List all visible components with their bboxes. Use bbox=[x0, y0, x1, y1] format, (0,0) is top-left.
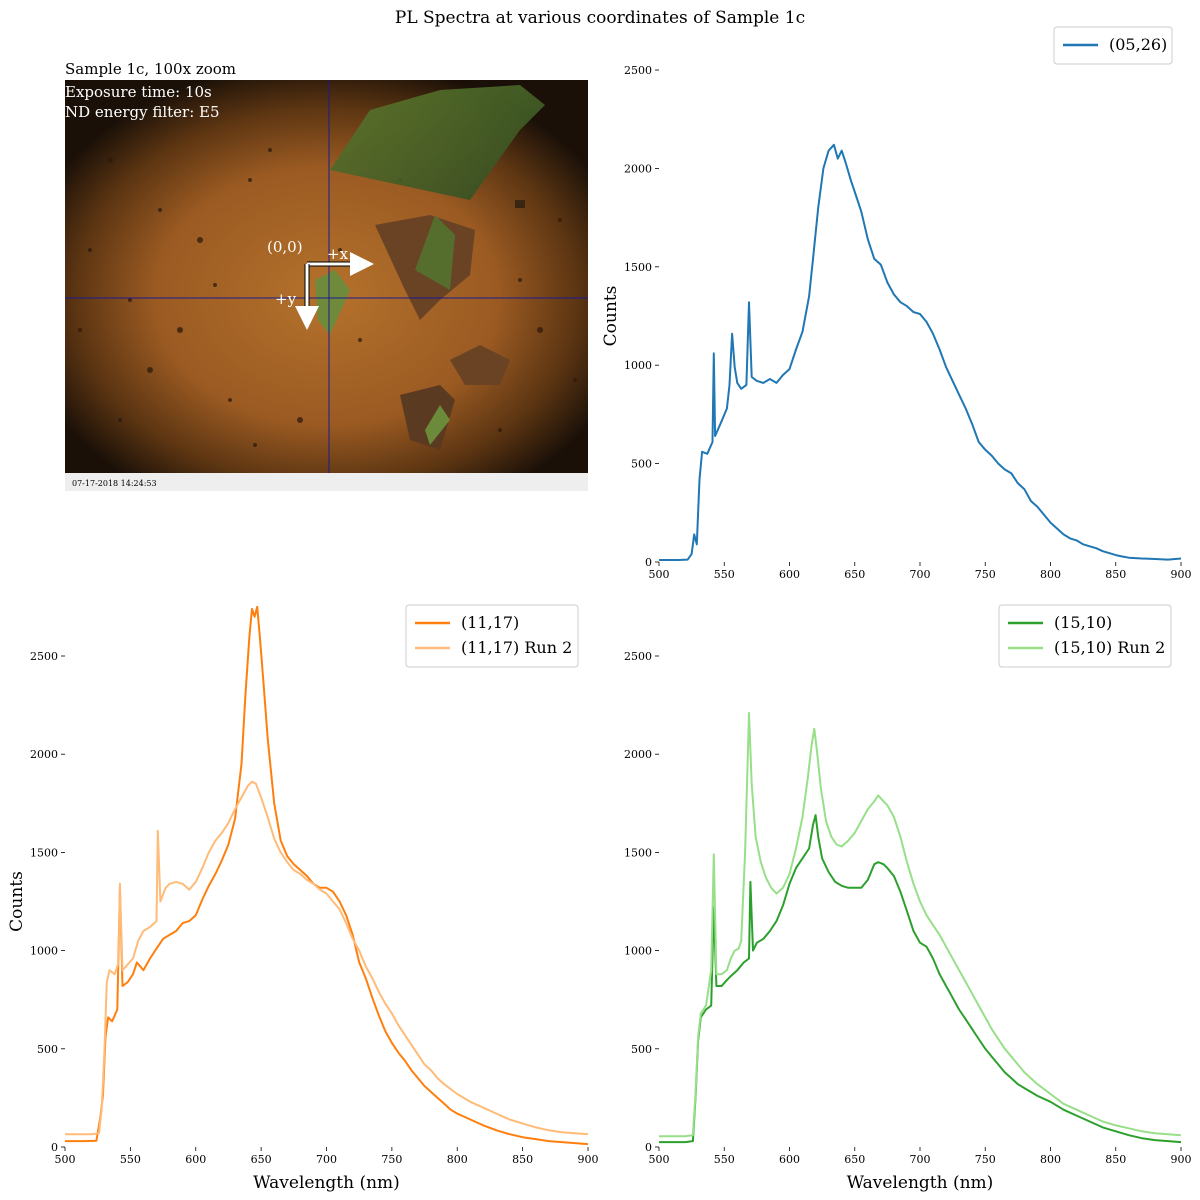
y-axis-label: Counts bbox=[7, 871, 27, 932]
y-tick-label: 2500 bbox=[624, 64, 652, 77]
x-tick-label: 500 bbox=[55, 1153, 76, 1166]
legend-label: (11,17) bbox=[461, 613, 519, 632]
legend: (15,10) (15,10) Run 2 bbox=[998, 604, 1172, 668]
y-tick-label: 2500 bbox=[624, 650, 652, 663]
chart-top-right: 500 550 600 650 700 750 800 850 9000500100015002… bbox=[601, 26, 1192, 581]
y-tick-label: 500 bbox=[631, 1043, 652, 1056]
y-tick-label: 2000 bbox=[624, 748, 652, 761]
legend-label: (15,10) Run 2 bbox=[1054, 638, 1165, 657]
chart-bottom-left: 500 550 600 650 700 750 800 850 9000500100015002… bbox=[7, 604, 599, 1193]
y-axis-label: Counts bbox=[601, 286, 621, 347]
y-tick-label: 2000 bbox=[624, 162, 652, 175]
x-tick-label: 700 bbox=[910, 568, 931, 581]
y-tick-label: 1000 bbox=[30, 945, 58, 958]
y-arrow-label: +y bbox=[275, 290, 297, 308]
x-tick-label: 600 bbox=[779, 1153, 800, 1166]
photo-title: Sample 1c, 100x zoom bbox=[65, 60, 236, 78]
figure: PL Spectra at various coordinates of Sam… bbox=[7, 8, 1192, 1193]
legend-label: (15,10) bbox=[1054, 613, 1112, 632]
y-tick-label: 500 bbox=[37, 1043, 58, 1056]
x-tick-label: 800 bbox=[447, 1153, 468, 1166]
legend-label: (11,17) Run 2 bbox=[461, 638, 572, 657]
exposure-time-label: Exposure time: 10s bbox=[65, 83, 212, 101]
figure-title: PL Spectra at various coordinates of Sam… bbox=[395, 8, 805, 28]
x-tick-label: 900 bbox=[1171, 1153, 1192, 1166]
y-tick-label: 1000 bbox=[624, 945, 652, 958]
microscope-image bbox=[65, 80, 588, 491]
legend-label: (05,26) bbox=[1109, 35, 1167, 54]
x-tick-label: 800 bbox=[1040, 1153, 1061, 1166]
x-tick-label: 850 bbox=[512, 1153, 533, 1166]
image-timestamp: 07-17-2018 14:24:53 bbox=[72, 479, 157, 488]
nd-filter-label: ND energy filter: E5 bbox=[65, 103, 220, 121]
y-tick-label: 1500 bbox=[30, 846, 58, 859]
y-tick-label: 0 bbox=[645, 556, 652, 569]
y-tick-label: 1000 bbox=[624, 359, 652, 372]
y-tick-label: 2500 bbox=[30, 650, 58, 663]
series-line-11-17 bbox=[65, 605, 589, 1146]
y-tick-label: 0 bbox=[51, 1141, 58, 1154]
chart-bottom-right: 500 550 600 650 700 750 800 850 9000500100015002… bbox=[624, 604, 1192, 1193]
y-tick-label: 0 bbox=[645, 1141, 652, 1154]
x-tick-label: 800 bbox=[1040, 568, 1061, 581]
x-tick-label: 900 bbox=[1171, 568, 1192, 581]
x-tick-label: 750 bbox=[975, 568, 996, 581]
x-tick-label: 600 bbox=[185, 1153, 206, 1166]
legend: (11,17) (11,17) Run 2 bbox=[405, 604, 579, 668]
series-line-15-10-run-2 bbox=[659, 712, 1182, 1138]
series-line-05-26 bbox=[659, 143, 1182, 561]
x-tick-label: 500 bbox=[649, 568, 670, 581]
y-tick-label: 2000 bbox=[30, 748, 58, 761]
x-tick-label: 500 bbox=[649, 1153, 670, 1166]
x-tick-label: 650 bbox=[844, 1153, 865, 1166]
x-tick-label: 550 bbox=[714, 1153, 735, 1166]
origin-label: (0,0) bbox=[267, 238, 303, 256]
y-tick-label: 1500 bbox=[624, 846, 652, 859]
x-tick-label: 700 bbox=[910, 1153, 931, 1166]
y-tick-label: 500 bbox=[631, 458, 652, 471]
series-line-11-17-run-2 bbox=[65, 780, 589, 1136]
x-tick-label: 600 bbox=[779, 568, 800, 581]
x-tick-label: 550 bbox=[120, 1153, 141, 1166]
x-tick-label: 650 bbox=[251, 1153, 272, 1166]
x-tick-label: 750 bbox=[975, 1153, 996, 1166]
x-tick-label: 650 bbox=[844, 568, 865, 581]
x-tick-label: 700 bbox=[316, 1153, 337, 1166]
legend: (05,26) bbox=[1053, 26, 1173, 65]
microscope-image-panel: Sample 1c, 100x zoom Exposure time: 10s … bbox=[65, 60, 588, 491]
x-arrow-label: +x bbox=[327, 245, 349, 263]
x-tick-label: 750 bbox=[381, 1153, 402, 1166]
x-tick-label: 550 bbox=[714, 568, 735, 581]
series-line-15-10 bbox=[659, 814, 1182, 1144]
x-tick-label: 900 bbox=[578, 1153, 599, 1166]
x-tick-label: 850 bbox=[1105, 1153, 1126, 1166]
x-axis-label: Wavelength (nm) bbox=[847, 1173, 994, 1193]
y-tick-label: 1500 bbox=[624, 261, 652, 274]
x-tick-label: 850 bbox=[1105, 568, 1126, 581]
x-axis-label: Wavelength (nm) bbox=[253, 1173, 400, 1193]
